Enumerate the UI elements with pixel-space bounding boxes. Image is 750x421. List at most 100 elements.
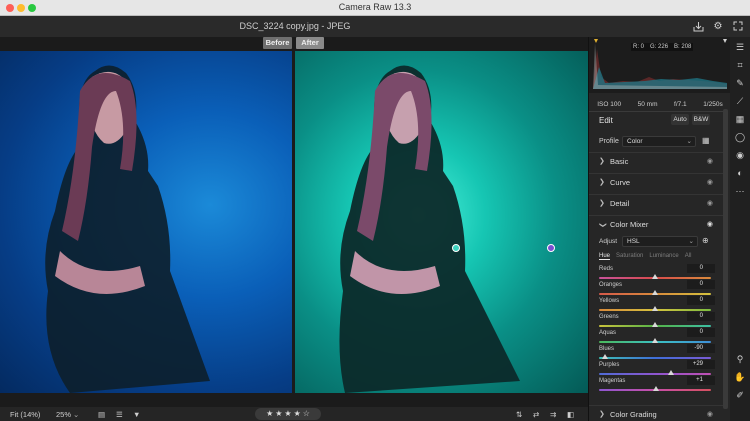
adjust-select[interactable]: HSL ⌄	[622, 236, 698, 247]
gradient-icon[interactable]: ▦	[732, 112, 748, 126]
model-silhouette-after	[339, 65, 555, 393]
section-basic-label: Basic	[610, 157, 629, 166]
slider-label: Yellows	[599, 298, 620, 304]
b-value: B: 208	[674, 44, 692, 50]
slider-value-input[interactable]: 0	[687, 296, 715, 305]
slider-label: Reds	[599, 266, 614, 272]
star-2[interactable]: ★	[275, 408, 282, 420]
presets-icon[interactable]: ◐	[732, 166, 748, 180]
section-color-mixer[interactable]: ❯ Color Mixer ◉	[589, 215, 723, 233]
star-4[interactable]: ★	[294, 408, 301, 420]
slider-value-input[interactable]: 0	[687, 328, 715, 337]
slider-value-input[interactable]: +1	[687, 376, 715, 385]
slider-thumb[interactable]	[652, 338, 658, 343]
eye-icon[interactable]: ◉	[707, 174, 713, 192]
exif-info: ISO 100 50 mm f/7.1 1/250s	[589, 97, 731, 111]
radial-icon[interactable]: ◯	[732, 130, 748, 144]
tab-saturation[interactable]: Saturation	[616, 253, 643, 260]
slider-thumb[interactable]	[668, 370, 675, 375]
sample-point-aqua[interactable]	[452, 241, 462, 251]
sort-icon[interactable]: ☰	[116, 410, 123, 419]
slider-label: Aquas	[599, 330, 617, 336]
slider-thumb[interactable]	[601, 354, 608, 359]
slider-value-input[interactable]: 0	[687, 264, 715, 273]
slider-value-input[interactable]: +29	[687, 360, 715, 369]
image-canvas[interactable]: Before After	[0, 37, 588, 407]
section-color-grading[interactable]: ❯ Color Grading ◉	[589, 405, 723, 421]
slider-track[interactable]	[599, 373, 711, 375]
eye-icon[interactable]: ◉	[707, 406, 713, 421]
slider-label: Purples	[599, 362, 620, 368]
tool-strip: ☰ ⌗ ✎ ⟋ ▦ ◯ ◉ ◐ ⋯ ⚲ ✋ ✐	[730, 37, 750, 421]
profile-browser-icon[interactable]: ▦	[702, 136, 710, 145]
auto-button[interactable]: Auto	[671, 114, 689, 125]
slider-thumb[interactable]	[652, 290, 658, 295]
after-label[interactable]: After	[296, 37, 324, 49]
slider-value-input[interactable]: -90	[687, 344, 715, 353]
fullscreen-icon[interactable]	[730, 18, 746, 34]
eye-icon[interactable]: ◉	[707, 153, 713, 171]
g-value: G: 226	[650, 44, 669, 50]
targeted-adjustment-icon[interactable]: ⊕	[702, 236, 709, 245]
before-after-toggle-icon[interactable]: ◧	[567, 410, 574, 419]
save-icon[interactable]	[690, 18, 706, 34]
section-basic[interactable]: ❯ Basic ◉	[589, 152, 723, 170]
window-title: Camera Raw 13.3	[338, 2, 412, 12]
tab-luminance[interactable]: Luminance	[649, 253, 678, 260]
eye-icon[interactable]: ◉	[707, 195, 713, 213]
filter-icon[interactable]: ▼	[133, 410, 140, 419]
slider-label: Oranges	[599, 282, 623, 288]
color-sampler-icon[interactable]: ✐	[732, 388, 748, 402]
mixer-tabs: Hue Saturation Luminance All	[599, 253, 691, 260]
star-1[interactable]: ★	[266, 408, 273, 420]
edit-sliders-icon[interactable]: ☰	[732, 40, 748, 54]
eye-icon[interactable]: ◉	[707, 216, 713, 234]
swap-icon[interactable]: ⇄	[533, 410, 539, 419]
healing-icon[interactable]: ✎	[732, 76, 748, 90]
crop-icon[interactable]: ⌗	[732, 58, 748, 72]
slider-label: Blues	[599, 346, 615, 352]
tab-hue[interactable]: Hue	[599, 253, 611, 260]
more-icon[interactable]: ⋯	[732, 184, 748, 198]
sample-point-purple[interactable]	[546, 241, 556, 251]
before-label[interactable]: Before	[263, 37, 292, 49]
tab-all[interactable]: All	[685, 253, 692, 260]
chevron-right-icon: ❯	[599, 200, 605, 207]
top-icons: ⚙	[690, 18, 746, 34]
zoom-level[interactable]: 25%	[56, 410, 71, 419]
filmstrip-icon[interactable]: ▤	[98, 410, 105, 419]
panel-scrollbar[interactable]	[723, 109, 728, 409]
focal-length: 50 mm	[637, 100, 658, 108]
slider-value-input[interactable]: 0	[687, 312, 715, 321]
fit-zoom-label[interactable]: Fit (14%)	[10, 410, 40, 419]
copy-settings-icon[interactable]: ⇉	[550, 410, 556, 419]
profile-label: Profile	[599, 138, 619, 145]
slider-thumb[interactable]	[652, 306, 658, 311]
section-curve[interactable]: ❯ Curve ◉	[589, 173, 723, 191]
profile-value: Color	[627, 138, 643, 145]
rating-stars[interactable]: ★ ★ ★ ★ ☆	[255, 408, 321, 420]
hand-icon[interactable]: ✋	[732, 370, 748, 384]
histogram[interactable]: R: 0 G: 226 B: 208	[589, 37, 731, 93]
slider-thumb[interactable]	[652, 274, 658, 279]
section-color-grading-label: Color Grading	[610, 410, 657, 419]
zoom-icon[interactable]: ⚲	[732, 352, 748, 366]
compare-view-icon[interactable]: ⇅	[516, 410, 522, 419]
slider-track[interactable]	[599, 357, 711, 359]
slider-value-input[interactable]: 0	[687, 280, 715, 289]
star-3[interactable]: ★	[284, 408, 291, 420]
slider-thumb[interactable]	[652, 322, 658, 327]
gear-icon[interactable]: ⚙	[710, 18, 726, 34]
mask-brush-icon[interactable]: ⟋	[732, 94, 748, 108]
section-detail[interactable]: ❯ Detail ◉	[589, 194, 723, 212]
bw-button[interactable]: B&W	[692, 114, 710, 125]
zoom-dropdown-icon[interactable]: ⌄	[73, 410, 79, 419]
slider-thumb[interactable]	[652, 386, 659, 391]
chevron-down-icon: ⌄	[686, 138, 692, 145]
redeye-icon[interactable]: ◉	[732, 148, 748, 162]
document-name: DSC_3224 copy.jpg - JPEG	[239, 21, 351, 31]
profile-select[interactable]: Color ⌄	[622, 136, 696, 147]
model-silhouette-before	[45, 65, 210, 393]
iso-value: ISO 100	[597, 100, 622, 108]
star-5[interactable]: ☆	[303, 408, 310, 420]
